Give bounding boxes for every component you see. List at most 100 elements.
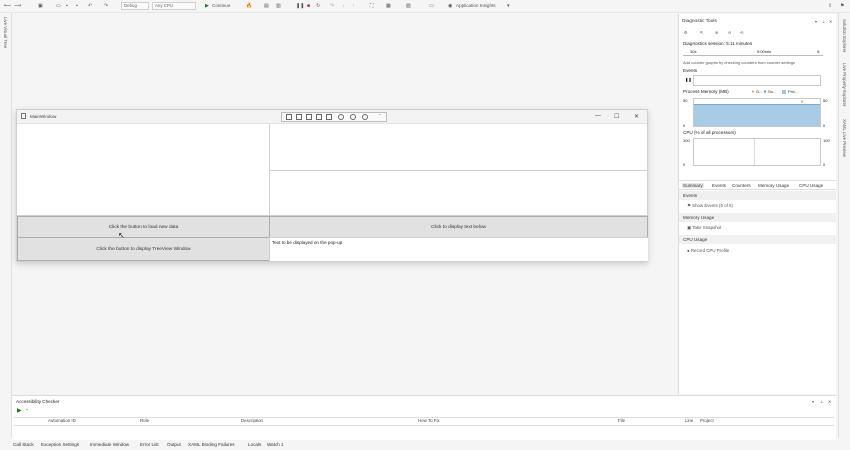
new-project-icon[interactable]: ▣ — [38, 2, 43, 10]
record-cpu-profile-button[interactable]: ● Record CPU Profile — [687, 248, 729, 253]
tab-xaml-binding-failures[interactable]: XAML Binding Failures — [188, 442, 235, 447]
in-app-debug-toolbar: ⌃ — [281, 112, 387, 122]
redo-icon[interactable]: ↷ — [104, 2, 108, 10]
take-snapshot-button[interactable]: ▣ Take Snapshot — [687, 225, 721, 231]
load-data-button[interactable]: Click the button to load new data — [17, 216, 270, 238]
comment-icon[interactable]: ▭ — [429, 2, 434, 10]
display-text-button[interactable]: Click to display text below — [269, 216, 648, 238]
memory-graph[interactable]: ▼ — [693, 98, 821, 127]
collapse-icon[interactable]: ⌃ — [378, 113, 381, 118]
tab-memory-usage[interactable]: Memory Usage — [758, 183, 789, 188]
save-icon[interactable]: ▪ — [66, 2, 68, 10]
live-visual-tree-icon[interactable] — [286, 114, 292, 120]
solution-explorer-tab[interactable]: Solution Explorer — [842, 19, 847, 52]
continue-play-icon[interactable]: ▶ — [205, 2, 209, 10]
col-file[interactable]: File — [618, 418, 625, 423]
tab-output[interactable]: Output — [167, 442, 181, 447]
tab-counters[interactable]: Counters — [732, 183, 751, 188]
dropdown-icon[interactable]: ▾ — [812, 399, 814, 404]
pin-icon[interactable]: ⊥ — [820, 399, 823, 404]
pin-icon[interactable]: ⊥ — [822, 19, 825, 24]
cpu-graph-label[interactable]: CPU (% of all processors) — [683, 130, 736, 135]
lightbulb-icon[interactable]: ◉ — [448, 2, 452, 10]
step-over-icon[interactable]: ↷ — [330, 2, 334, 10]
xaml-live-preview-tab[interactable]: XAML Live Preview — [842, 119, 847, 157]
treeview-window-button[interactable]: Click the button to display TreeView Win… — [17, 237, 270, 261]
display-text-button-label: Click to display text below — [431, 224, 486, 230]
breakpoint-tool-icon[interactable]: ⛶ — [370, 2, 374, 10]
app-insights-button[interactable]: Application Insights — [456, 2, 496, 10]
reset-view-icon[interactable]: ⟲ — [740, 30, 743, 35]
settings-icon[interactable] — [362, 114, 368, 120]
diagnostics-icon[interactable]: ▤ — [264, 2, 269, 10]
gc-legend[interactable]: G... — [756, 89, 762, 94]
display-adorners-icon[interactable] — [306, 114, 312, 120]
private-bytes-legend[interactable]: Priv... — [788, 89, 798, 94]
timeline-ruler[interactable]: 30s 5:00min 5: — [683, 48, 823, 56]
select-tools-icon[interactable]: ⚙ — [684, 30, 688, 35]
tab-locals[interactable]: Locals — [248, 442, 261, 447]
col-how-to-fix[interactable]: How To Fix — [418, 418, 440, 423]
cpu-graph[interactable] — [693, 138, 821, 166]
tab-events[interactable]: Events — [712, 183, 726, 188]
save-all-icon[interactable]: ▪ — [76, 2, 78, 10]
tab-summary[interactable]: Summary — [682, 183, 704, 188]
feedback-icon[interactable]: ⚑ — [840, 2, 844, 10]
dropdown-icon[interactable]: ▾ — [815, 19, 817, 24]
col-role[interactable]: Role — [140, 418, 149, 423]
format-icon[interactable]: ▦ — [386, 2, 391, 10]
accessibility-icon[interactable] — [338, 114, 344, 120]
step-out-icon[interactable]: ↑ — [352, 2, 355, 10]
close-panel-icon[interactable]: ✕ — [829, 19, 832, 24]
maximize-icon[interactable]: ☐ — [614, 113, 619, 120]
tab-watch-1[interactable]: Watch 1 — [267, 442, 284, 447]
select-element-icon[interactable] — [296, 114, 302, 120]
memory-graph-label[interactable]: Process Memory (MB) — [683, 89, 729, 94]
zoom-out-icon[interactable]: ⊖ — [728, 30, 731, 35]
close-panel-icon[interactable]: ✕ — [828, 399, 831, 404]
col-line[interactable]: Line — [685, 418, 693, 423]
stop-icon[interactable]: ■ — [307, 2, 310, 10]
tab-immediate-window[interactable]: Immediate Window — [90, 442, 129, 447]
run-check-icon[interactable]: ▶ — [17, 407, 22, 414]
show-events-link[interactable]: ⚑ Show Events (5 of 5) — [687, 203, 733, 209]
back-icon[interactable]: ⟵ — [4, 2, 11, 10]
track-focus-icon[interactable] — [316, 114, 322, 120]
chart-icon[interactable]: ▥ — [276, 2, 281, 10]
hot-reload-icon[interactable]: 🔥 — [246, 2, 252, 10]
snapshot-legend[interactable]: Sn... — [768, 89, 776, 94]
minimize-icon[interactable]: — — [595, 113, 601, 119]
live-property-explorer-tab[interactable]: Live Property Explorer — [842, 63, 847, 106]
layout-icon[interactable]: ▧ — [406, 2, 411, 10]
col-automation-id[interactable]: Automation ID — [48, 418, 76, 423]
pause-events-icon[interactable]: ❚❚ — [685, 77, 692, 82]
zoom-in-icon[interactable]: ⊕ — [715, 30, 718, 35]
export-icon[interactable]: ⇱ — [700, 30, 703, 35]
events-graph-label[interactable]: Events — [683, 68, 697, 73]
pause-icon[interactable]: ❚❚ — [296, 2, 304, 10]
binding-icon[interactable] — [326, 114, 332, 120]
undo-icon[interactable]: ↶ — [88, 2, 92, 10]
chevron-down-icon[interactable]: ▾ — [507, 2, 510, 10]
tab-cpu-usage[interactable]: CPU Usage — [799, 183, 823, 188]
configuration-select[interactable]: Debug — [121, 2, 149, 10]
close-icon[interactable]: ✕ — [634, 113, 639, 120]
hot-reload-status-icon[interactable] — [350, 114, 356, 120]
live-visual-tree-tab[interactable]: Live Visual Tree — [3, 17, 8, 48]
treeview-window-button-label: Click the button to display TreeView Win… — [96, 246, 191, 252]
continue-button[interactable]: Continue — [212, 2, 230, 10]
stop-check-icon[interactable]: ▪ — [26, 407, 28, 413]
events-graph[interactable] — [693, 75, 821, 86]
share-icon[interactable]: ⇪ — [828, 2, 832, 10]
restart-icon[interactable]: ↻ — [316, 2, 320, 10]
step-into-icon[interactable]: ↓ — [342, 2, 345, 10]
tab-error-list[interactable]: Error List — [140, 442, 159, 447]
tab-call-stack[interactable]: Call Stack — [13, 442, 34, 447]
popup-text-area[interactable]: Text to be displayed on the pop-up — [269, 237, 648, 261]
platform-select[interactable]: Any CPU — [152, 2, 196, 10]
open-icon[interactable]: ▭ — [56, 2, 61, 10]
tab-exception-settings[interactable]: Exception Settings — [41, 442, 79, 447]
col-description[interactable]: Description — [241, 418, 263, 423]
col-project[interactable]: Project — [700, 418, 714, 423]
forward-icon[interactable]: ⟶ — [14, 2, 21, 10]
